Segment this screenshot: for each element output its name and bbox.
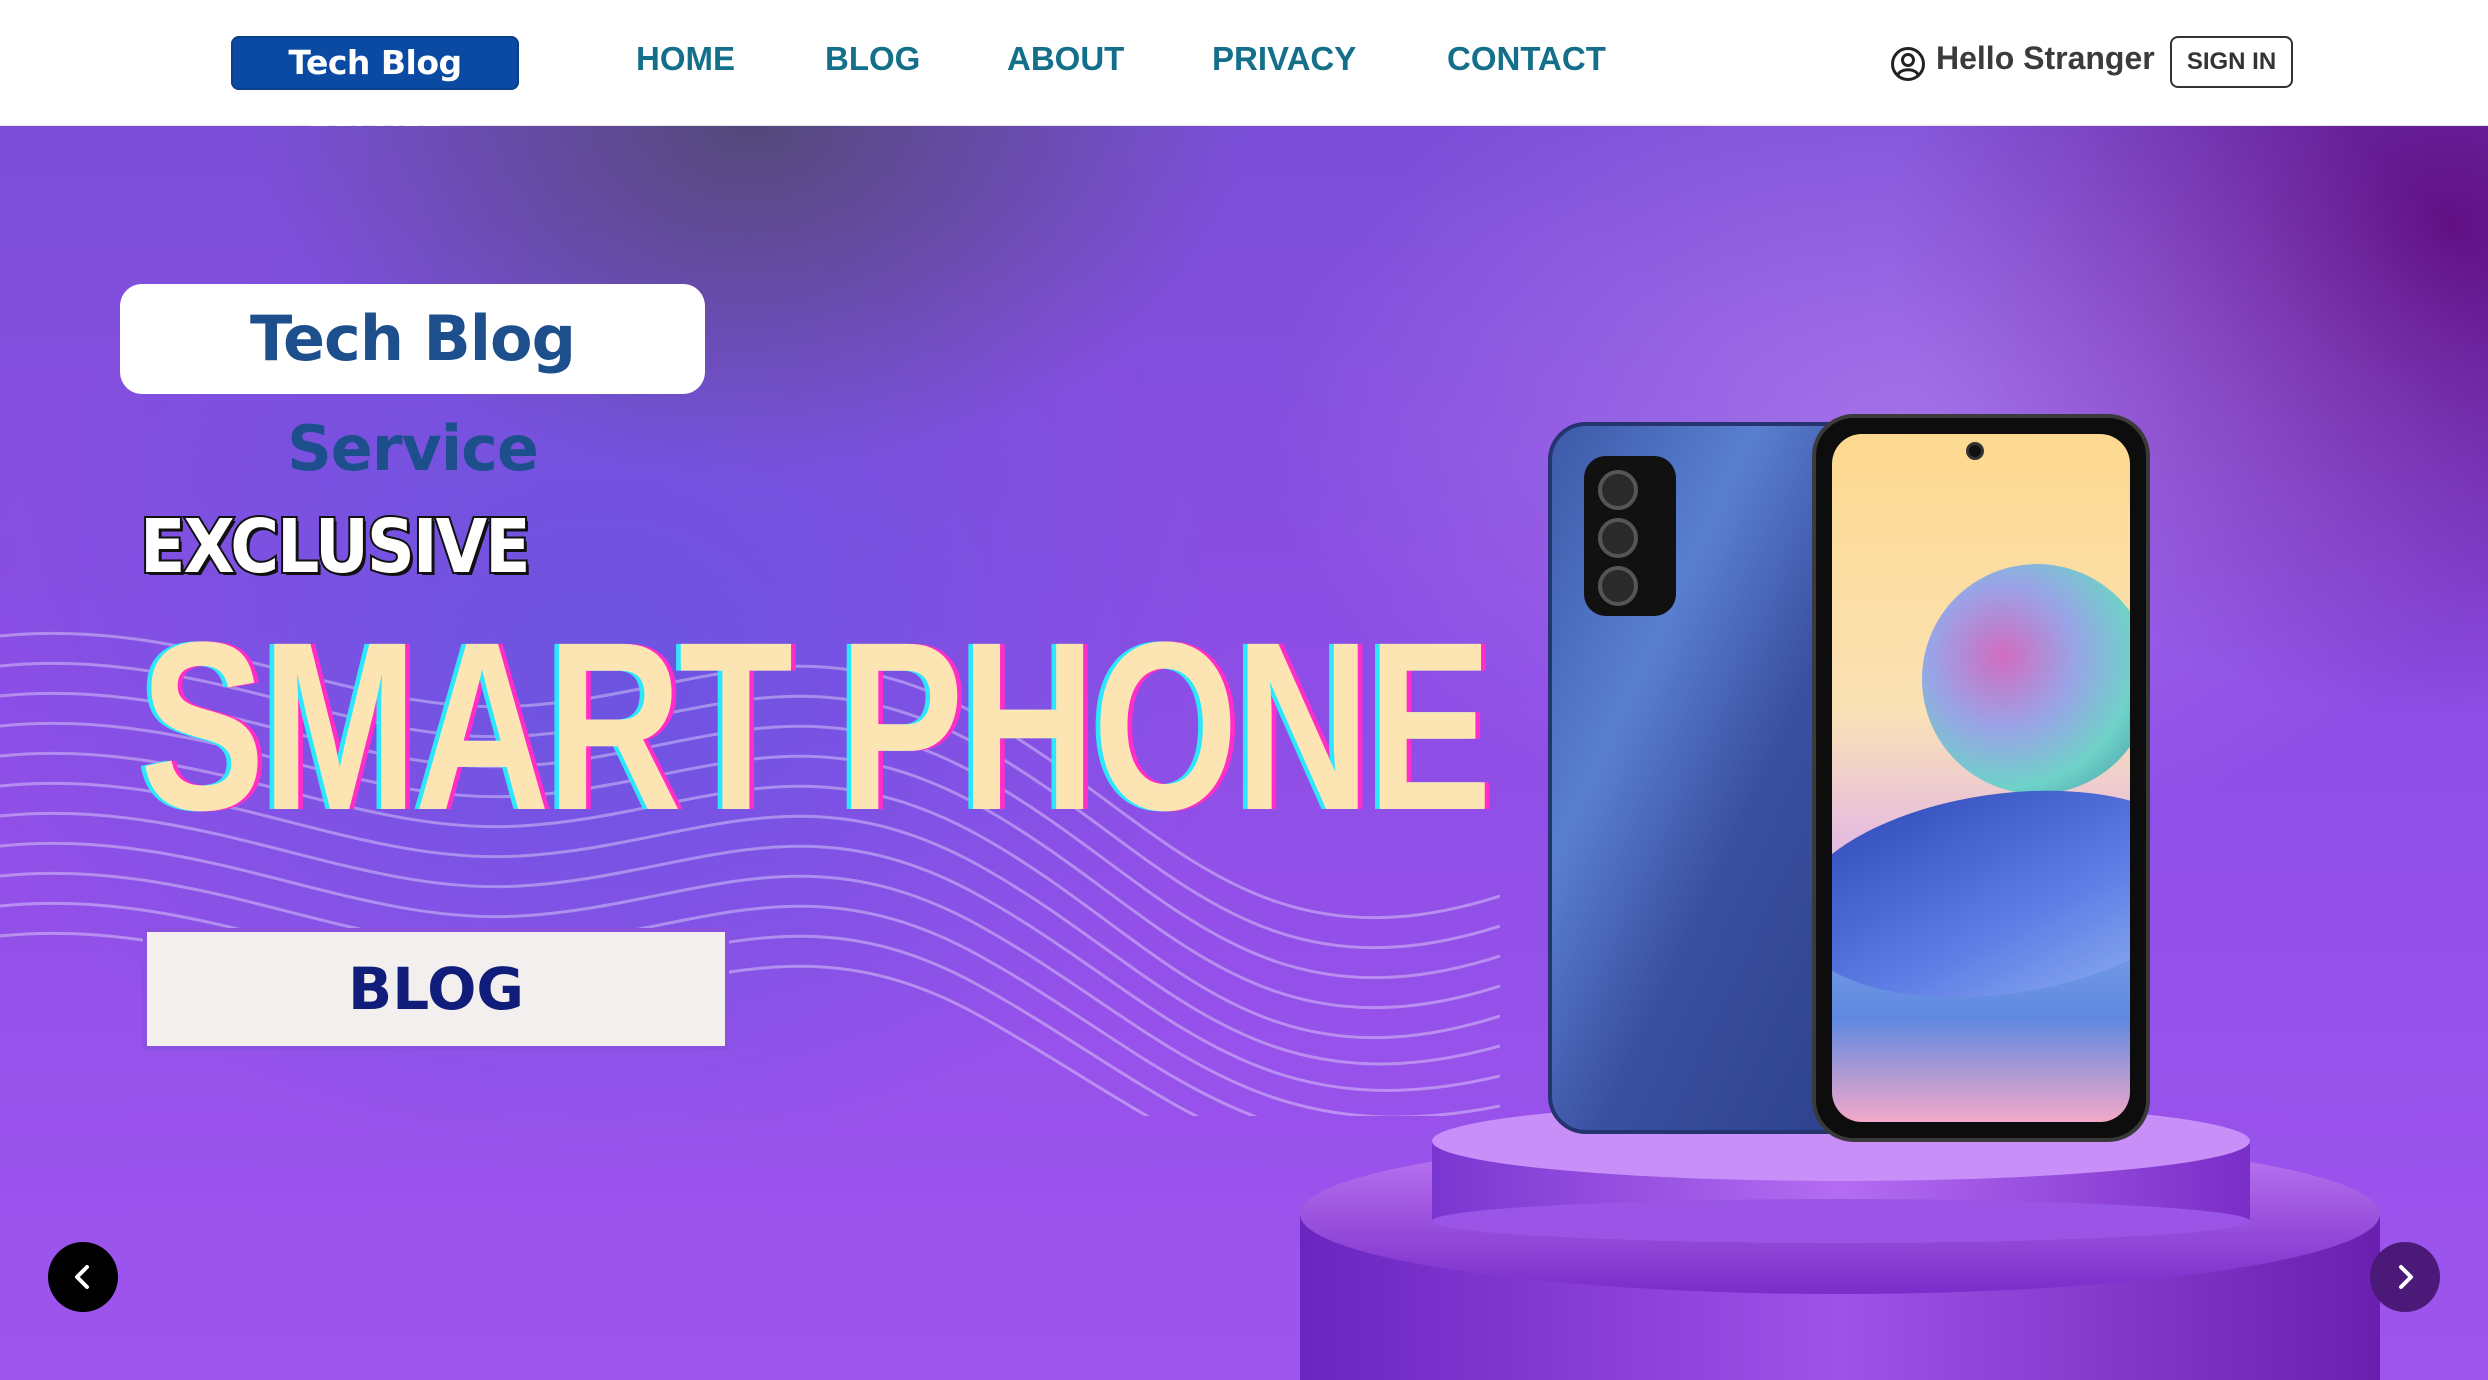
wallpaper-sphere <box>1922 564 2130 794</box>
hero-blog-button[interactable]: BLOG <box>143 928 729 1050</box>
site-header: Tech Blog Service HOME BLOG ABOUT PRIVAC… <box>0 0 2488 136</box>
nav-contact[interactable]: CONTACT <box>1447 40 1606 86</box>
site-logo[interactable]: Tech Blog Service <box>231 36 519 136</box>
nav-home[interactable]: HOME <box>636 40 735 86</box>
wallpaper-wave <box>1832 765 2130 1023</box>
smartphone-image <box>1540 414 2160 1142</box>
nav-about[interactable]: ABOUT <box>1007 40 1124 86</box>
carousel-prev-button[interactable] <box>48 1242 118 1312</box>
phone-screen <box>1832 434 2130 1122</box>
chevron-right-icon <box>2399 1265 2413 1289</box>
camera-lens <box>1598 518 1638 558</box>
chevron-left-icon <box>75 1265 89 1289</box>
hero-eyebrow: EXCLUSIVE <box>138 502 533 592</box>
sign-in-button[interactable]: SIGN IN <box>2170 36 2293 88</box>
front-camera <box>1966 442 1984 460</box>
nav-privacy[interactable]: PRIVACY <box>1212 40 1356 86</box>
hero-carousel: Tech Blog Service EXCLUSIVE SMART PHONE … <box>0 126 2488 1380</box>
user-circle-icon <box>1891 47 1925 81</box>
carousel-next-button[interactable] <box>2370 1242 2440 1312</box>
nav-blog[interactable]: BLOG <box>825 40 920 86</box>
user-greeting: Hello Stranger <box>1936 40 2155 76</box>
phone-front <box>1812 414 2150 1142</box>
camera-lens <box>1598 566 1638 606</box>
camera-lens <box>1598 470 1638 510</box>
hero-brand-badge: Tech Blog Service <box>120 284 705 485</box>
hero-headline: SMART PHONE <box>140 592 1492 860</box>
camera-module <box>1584 456 1676 616</box>
